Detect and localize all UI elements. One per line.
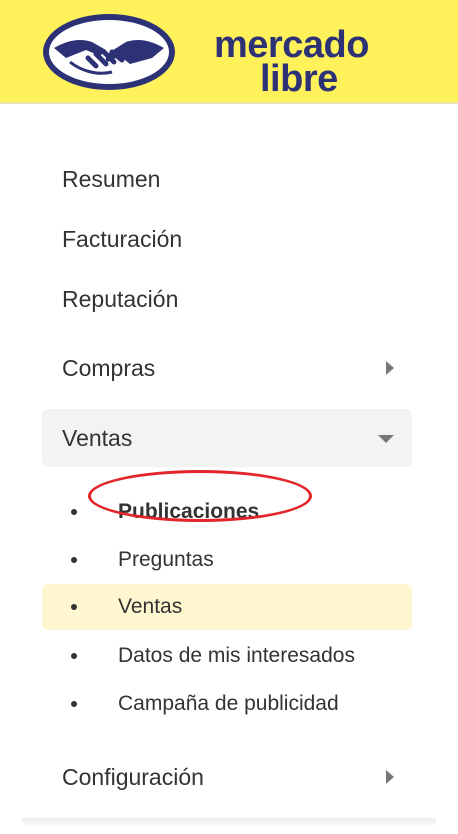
submenu-item-label: Campaña de publicidad [118, 692, 339, 715]
menu-bottom-edge [22, 818, 436, 828]
menu-item-reputacion[interactable]: Reputación [42, 270, 412, 328]
submenu-item-preguntas[interactable]: Preguntas [42, 537, 412, 583]
menu-item-label: Configuración [62, 764, 204, 790]
menu-item-label: Compras [62, 355, 156, 381]
submenu-item-label: Preguntas [118, 548, 214, 571]
menu-item-compras[interactable]: Compras [42, 339, 412, 397]
menu-item-configuracion[interactable]: Configuración [42, 748, 412, 806]
bullet-icon [71, 604, 77, 610]
brand-line-2: libre [260, 58, 338, 100]
bullet-icon [71, 653, 77, 659]
submenu-item-datos-interesados[interactable]: Datos de mis interesados [42, 633, 412, 679]
chevron-right-icon [386, 361, 394, 375]
menu-item-label: Resumen [62, 166, 161, 192]
bullet-icon [71, 557, 77, 563]
submenu-item-ventas[interactable]: Ventas [42, 584, 412, 630]
menu-item-resumen[interactable]: Resumen [42, 150, 412, 208]
chevron-right-icon [386, 770, 394, 784]
menu-item-label: Reputación [62, 286, 179, 312]
menu-item-ventas[interactable]: Ventas [42, 409, 412, 467]
header: mercado libre [0, 0, 458, 104]
handshake-icon [43, 14, 175, 90]
menu-item-label: Facturación [62, 226, 183, 252]
bullet-icon [71, 701, 77, 707]
bullet-icon [71, 509, 77, 515]
submenu-item-label: Ventas [118, 595, 183, 618]
logo-wordmark: mercado libre [214, 26, 369, 100]
submenu-item-campana-publicidad[interactable]: Campaña de publicidad [42, 681, 412, 727]
submenu-item-publicaciones[interactable]: Publicaciones [42, 470, 412, 535]
mercadolibre-logo[interactable]: mercado libre [40, 12, 369, 98]
menu-item-label: Ventas [62, 425, 133, 451]
chevron-down-icon [378, 435, 394, 443]
menu-item-facturacion[interactable]: Facturación [42, 210, 412, 268]
submenu-item-label: Datos de mis interesados [118, 644, 355, 667]
submenu-item-label: Publicaciones [118, 500, 260, 523]
